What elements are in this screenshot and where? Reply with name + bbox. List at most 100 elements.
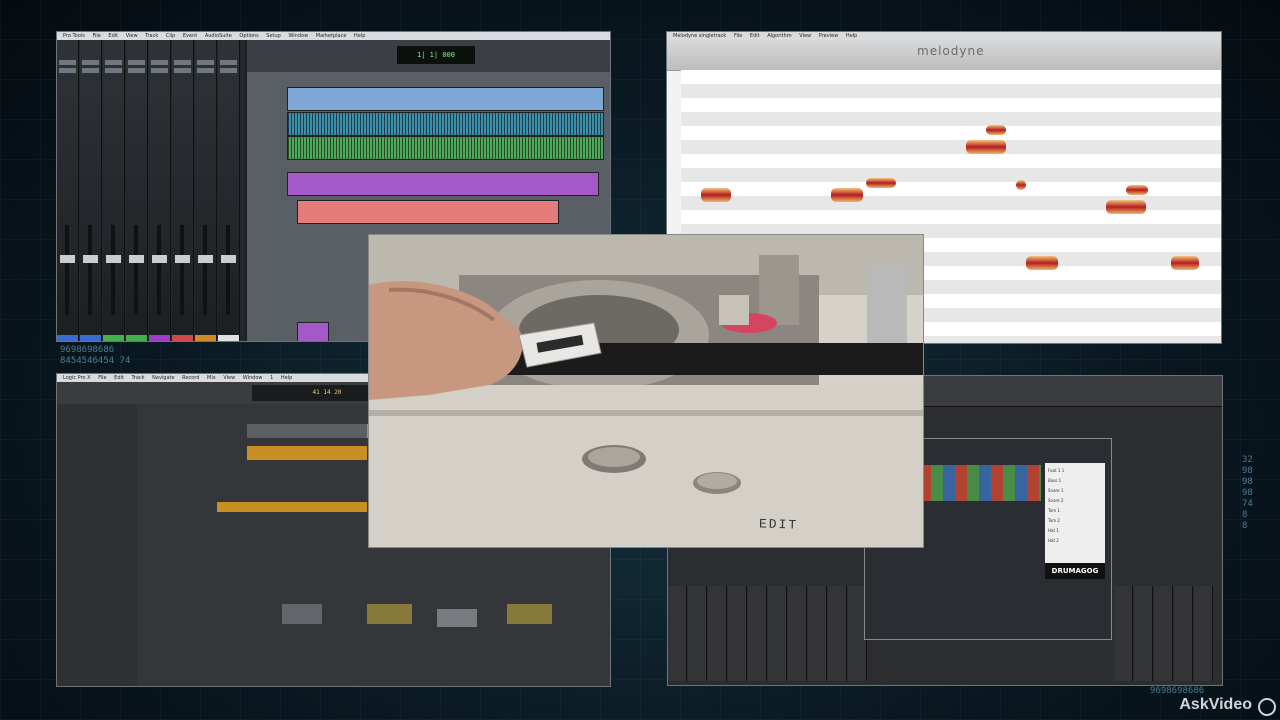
- menu-item[interactable]: Edit: [108, 33, 118, 39]
- mixer-strip[interactable]: [149, 40, 171, 341]
- region[interactable]: [247, 446, 367, 460]
- menu-item[interactable]: Preview: [819, 33, 838, 39]
- mixer-strip[interactable]: [1194, 586, 1213, 681]
- bg-digit-row: 32: [1242, 455, 1253, 465]
- note-blob[interactable]: [986, 125, 1006, 135]
- mixer-strip[interactable]: [80, 40, 102, 341]
- menu-item[interactable]: Help: [354, 33, 365, 39]
- menu-item[interactable]: Pro Tools: [63, 33, 85, 39]
- main-counter[interactable]: 1| 1| 000: [397, 46, 475, 64]
- waveform-note[interactable]: [507, 604, 552, 624]
- note-blob[interactable]: [701, 188, 731, 202]
- fader-cap[interactable]: [106, 255, 121, 263]
- list-item[interactable]: Tom 1: [1048, 506, 1102, 516]
- mixer-strip[interactable]: [788, 586, 807, 681]
- note-blob[interactable]: [1016, 180, 1026, 190]
- fader-cap[interactable]: [60, 255, 75, 263]
- fader-cap[interactable]: [83, 255, 98, 263]
- mixer-strip[interactable]: [1154, 586, 1173, 681]
- drumagog-sample-list[interactable]: Foot 1 1 Bass 1 Snare 1 Snare 2 Tom 1 To…: [1045, 463, 1105, 563]
- fader-cap[interactable]: [175, 255, 190, 263]
- track-clip[interactable]: [297, 322, 329, 341]
- pro-tools-menubar[interactable]: Pro Tools File Edit View Track Clip Even…: [57, 32, 610, 40]
- waveform-note[interactable]: [367, 604, 412, 624]
- list-item[interactable]: Tom 2: [1048, 516, 1102, 526]
- mixer-strip[interactable]: [708, 586, 727, 681]
- menu-item[interactable]: Window: [243, 375, 263, 381]
- mixer-strip[interactable]: [172, 40, 194, 341]
- menu-item[interactable]: Options: [239, 33, 258, 39]
- fader-cap[interactable]: [221, 255, 236, 263]
- menu-item[interactable]: Algorithm: [767, 33, 792, 39]
- menu-item[interactable]: File: [734, 33, 742, 39]
- note-blob[interactable]: [1106, 200, 1146, 214]
- waveform-note[interactable]: [282, 604, 322, 624]
- list-item[interactable]: Snare 2: [1048, 496, 1102, 506]
- mixer-strip[interactable]: [1174, 586, 1193, 681]
- fader-cap[interactable]: [198, 255, 213, 263]
- mixer-strip[interactable]: [668, 586, 687, 681]
- menu-item[interactable]: View: [799, 33, 811, 39]
- menu-item[interactable]: Event: [183, 33, 197, 39]
- mixer-strip[interactable]: [1134, 586, 1153, 681]
- list-item[interactable]: Snare 1: [1048, 486, 1102, 496]
- menu-item[interactable]: AudioSuite: [205, 33, 232, 39]
- menu-item[interactable]: View: [223, 375, 235, 381]
- mixer-strip[interactable]: [103, 40, 125, 341]
- menu-item[interactable]: Help: [281, 375, 292, 381]
- menu-item[interactable]: Melodyne singletrack: [673, 33, 726, 39]
- track-clip[interactable]: [287, 87, 604, 111]
- note-blob[interactable]: [1126, 185, 1148, 195]
- menu-item[interactable]: Logic Pro X: [63, 375, 91, 381]
- track-clip[interactable]: [287, 112, 604, 136]
- menu-item[interactable]: Record: [182, 375, 199, 381]
- bg-digit-row: 8: [1242, 521, 1248, 531]
- bg-digit-row: 8454546454 74: [60, 356, 131, 366]
- note-blob[interactable]: [1026, 256, 1058, 270]
- list-item[interactable]: Bass 1: [1048, 476, 1102, 486]
- list-item[interactable]: Hat 1: [1048, 526, 1102, 536]
- mixer-strip[interactable]: [748, 586, 767, 681]
- fader-cap[interactable]: [152, 255, 167, 263]
- region[interactable]: [247, 424, 367, 438]
- region[interactable]: [217, 502, 367, 512]
- mixer-strip[interactable]: [728, 586, 747, 681]
- list-item[interactable]: Hat 2: [1048, 536, 1102, 546]
- menu-item[interactable]: Track: [145, 33, 158, 39]
- mixer-strip[interactable]: [195, 40, 217, 341]
- list-item[interactable]: Foot 1 1: [1048, 466, 1102, 476]
- note-blob[interactable]: [866, 178, 896, 188]
- menu-item[interactable]: Setup: [266, 33, 281, 39]
- menu-item[interactable]: Mix: [207, 375, 216, 381]
- menu-item[interactable]: Window: [288, 33, 308, 39]
- mixer-strip[interactable]: [808, 586, 827, 681]
- mixer-strip[interactable]: [828, 586, 847, 681]
- note-blob[interactable]: [1171, 256, 1199, 270]
- note-blob[interactable]: [966, 140, 1006, 154]
- menu-item[interactable]: File: [98, 375, 106, 381]
- menu-item[interactable]: Edit: [114, 375, 124, 381]
- menu-item[interactable]: Marketplace: [316, 33, 347, 39]
- melodyne-menubar[interactable]: Melodyne singletrack File Edit Algorithm…: [667, 32, 1221, 40]
- waveform-note[interactable]: [437, 609, 477, 627]
- menu-item[interactable]: View: [126, 33, 138, 39]
- mixer-strip[interactable]: [768, 586, 787, 681]
- fader-cap[interactable]: [129, 255, 144, 263]
- menu-item[interactable]: 1: [270, 375, 273, 381]
- menu-item[interactable]: Edit: [750, 33, 760, 39]
- mixer-strip[interactable]: [57, 40, 79, 341]
- mixer-strip[interactable]: [126, 40, 148, 341]
- track-clip[interactable]: [287, 136, 604, 160]
- menu-item[interactable]: Clip: [166, 33, 175, 39]
- menu-item[interactable]: Track: [131, 375, 144, 381]
- mixer-strip[interactable]: [688, 586, 707, 681]
- note-blob[interactable]: [831, 188, 863, 202]
- track-clip[interactable]: [287, 172, 599, 196]
- track-clip[interactable]: [297, 200, 559, 224]
- menu-item[interactable]: File: [92, 33, 100, 39]
- menu-item[interactable]: Help: [846, 33, 857, 39]
- mixer-strip[interactable]: [218, 40, 240, 341]
- mixer-strip[interactable]: [1114, 586, 1133, 681]
- bg-digits-left: 9698698686 8454546454 74: [60, 345, 130, 367]
- menu-item[interactable]: Navigate: [152, 375, 174, 381]
